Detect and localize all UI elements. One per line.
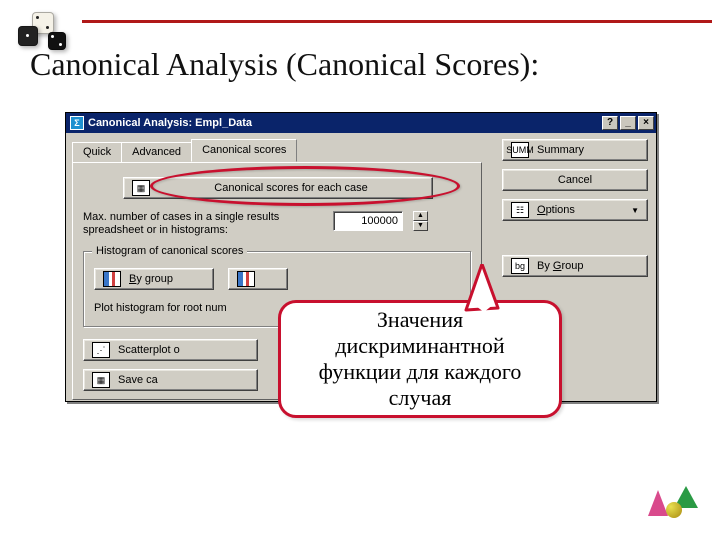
help-button[interactable]: ? <box>602 116 618 130</box>
options-button[interactable]: ☷ Options ▼ <box>502 199 648 221</box>
button-label: Cancel <box>558 174 592 186</box>
max-cases-input[interactable] <box>333 211 403 231</box>
spin-up-icon[interactable]: ▲ <box>413 211 428 221</box>
tab-canonical-scores[interactable]: Canonical scores <box>191 139 297 162</box>
groupbox-legend: Histogram of canonical scores <box>92 245 247 257</box>
tab-advanced[interactable]: Advanced <box>121 142 192 162</box>
page-title: Canonical Analysis (Canonical Scores): <box>30 46 539 83</box>
summary-button[interactable]: SUMM Summary <box>502 139 648 161</box>
by-group-button[interactable]: bg By Group <box>502 255 648 277</box>
scatter-icon: ⋰ <box>92 342 110 358</box>
cancel-button[interactable]: Cancel <box>502 169 648 191</box>
tab-quick[interactable]: Quick <box>72 142 122 162</box>
shapes-decoration <box>646 482 702 524</box>
slide-divider <box>82 20 712 23</box>
button-label: Summary <box>537 144 584 156</box>
spreadsheet-icon: ▦ <box>132 180 150 196</box>
button-label: Canonical scores for each case <box>158 182 424 194</box>
annotation-callout: Значения дискриминантной функции для каж… <box>278 300 562 418</box>
button-label: By Group <box>537 260 584 272</box>
scatterplot-button[interactable]: ⋰ Scatterplot o <box>83 339 258 361</box>
button-label: Save ca <box>118 374 158 386</box>
tab-label: Canonical scores <box>202 144 286 156</box>
summary-icon: SUMM <box>511 142 529 158</box>
combined-histogram-button[interactable] <box>228 268 288 290</box>
minimize-button[interactable]: _ <box>620 116 636 130</box>
group-icon: bg <box>511 258 529 274</box>
app-icon: Σ <box>70 116 84 130</box>
save-icon: ▦ <box>92 372 110 388</box>
button-label: Scatterplot o <box>118 344 180 356</box>
canonical-scores-button[interactable]: ▦ Canonical scores for each case <box>123 177 433 199</box>
chevron-down-icon: ▼ <box>631 206 639 215</box>
max-cases-spinner[interactable]: ▲ ▼ <box>413 211 428 231</box>
options-icon: ☷ <box>511 202 529 218</box>
button-label: BBy groupy group <box>129 273 173 285</box>
histogram-icon <box>237 271 255 287</box>
button-label: Options <box>537 204 575 216</box>
spin-down-icon[interactable]: ▼ <box>413 221 428 231</box>
by-group-histogram-button[interactable]: BBy groupy group <box>94 268 214 290</box>
max-cases-label: Max. number of cases in a single results… <box>83 211 323 237</box>
histogram-icon <box>103 271 121 287</box>
dialog-titlebar[interactable]: Σ Canonical Analysis: Empl_Data ? _ × <box>66 113 656 133</box>
callout-text: Значения дискриминантной функции для каж… <box>295 307 545 411</box>
tab-label: Advanced <box>132 146 181 158</box>
close-button[interactable]: × <box>638 116 654 130</box>
dialog-right-column: SUMM Summary Cancel ☷ Options ▼ bg By Gr… <box>502 139 648 277</box>
dialog-title: Canonical Analysis: Empl_Data <box>88 117 252 129</box>
tab-label: Quick <box>83 146 111 158</box>
save-scores-button[interactable]: ▦ Save ca <box>83 369 258 391</box>
